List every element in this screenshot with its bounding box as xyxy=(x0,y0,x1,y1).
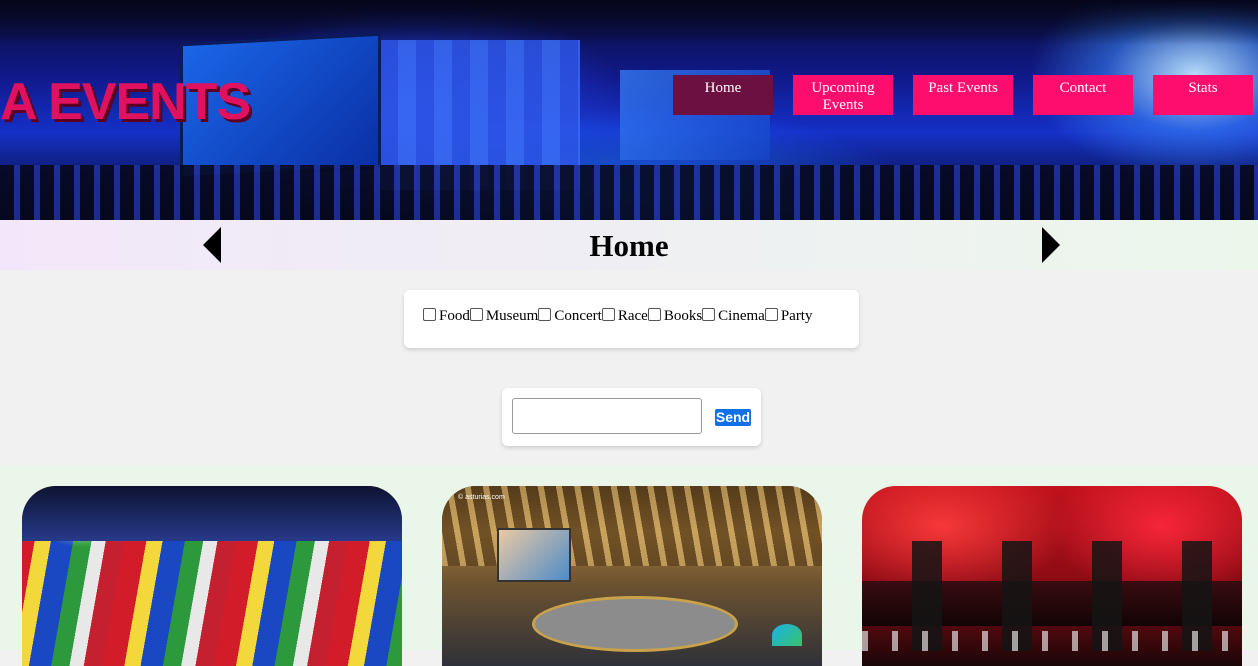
filter-label-party: Party xyxy=(780,308,813,324)
page-title: Home xyxy=(589,228,669,263)
nav-upcoming-events-button[interactable]: Upcoming Events xyxy=(793,75,893,115)
filter-label-cinema: Cinema xyxy=(718,308,765,324)
filter-checkbox-party[interactable] xyxy=(764,308,778,321)
send-button[interactable]: Send xyxy=(715,409,751,426)
filter-checkbox-food[interactable] xyxy=(423,308,436,321)
banner-ceiling xyxy=(0,0,1258,45)
search-input[interactable] xyxy=(512,398,702,434)
triangle-right-icon[interactable] xyxy=(1042,227,1060,263)
search-panel: Send xyxy=(502,388,761,446)
museum-photo-exhibit-platform xyxy=(532,596,738,652)
site-logo[interactable]: A EVENTS xyxy=(0,72,251,132)
filter-checkbox-museum[interactable] xyxy=(469,308,483,321)
event-card-flags[interactable] xyxy=(22,486,402,666)
museum-photo-logo-icon xyxy=(772,624,802,646)
event-card-concert[interactable] xyxy=(862,486,1242,666)
filter-checkbox-concert[interactable] xyxy=(538,308,552,321)
filter-checkbox-race[interactable] xyxy=(601,308,615,321)
nav-past-events-button[interactable]: Past Events xyxy=(913,75,1013,115)
flags-photo-stage-rig xyxy=(22,486,402,541)
nav-contact-button[interactable]: Contact xyxy=(1033,75,1133,115)
triangle-left-icon[interactable] xyxy=(203,227,221,263)
concert-photo-stage-lights xyxy=(862,631,1242,651)
category-filter-panel: Food Museum Concert Race Books Cinema Party xyxy=(404,290,859,348)
filter-label-concert: Concert xyxy=(554,308,602,324)
banner-audience-seats xyxy=(0,165,1258,220)
filter-row: Food Museum Concert Race Books Cinema Party xyxy=(423,308,812,325)
event-card-museum[interactable]: © asturias.com xyxy=(442,486,822,666)
museum-photo-watermark: © asturias.com xyxy=(458,494,505,501)
page-title-bar: Home xyxy=(0,220,1258,270)
museum-photo-mural xyxy=(497,528,571,582)
filter-label-books: Books xyxy=(663,308,703,324)
filter-checkbox-books[interactable] xyxy=(647,308,661,321)
filter-checkbox-cinema[interactable] xyxy=(702,308,716,321)
filter-label-food: Food xyxy=(439,308,470,324)
filter-label-race: Race xyxy=(617,308,648,324)
nav-stats-button[interactable]: Stats xyxy=(1153,75,1253,115)
filter-label-museum: Museum xyxy=(485,308,539,324)
nav-home-button[interactable]: Home xyxy=(673,75,773,115)
